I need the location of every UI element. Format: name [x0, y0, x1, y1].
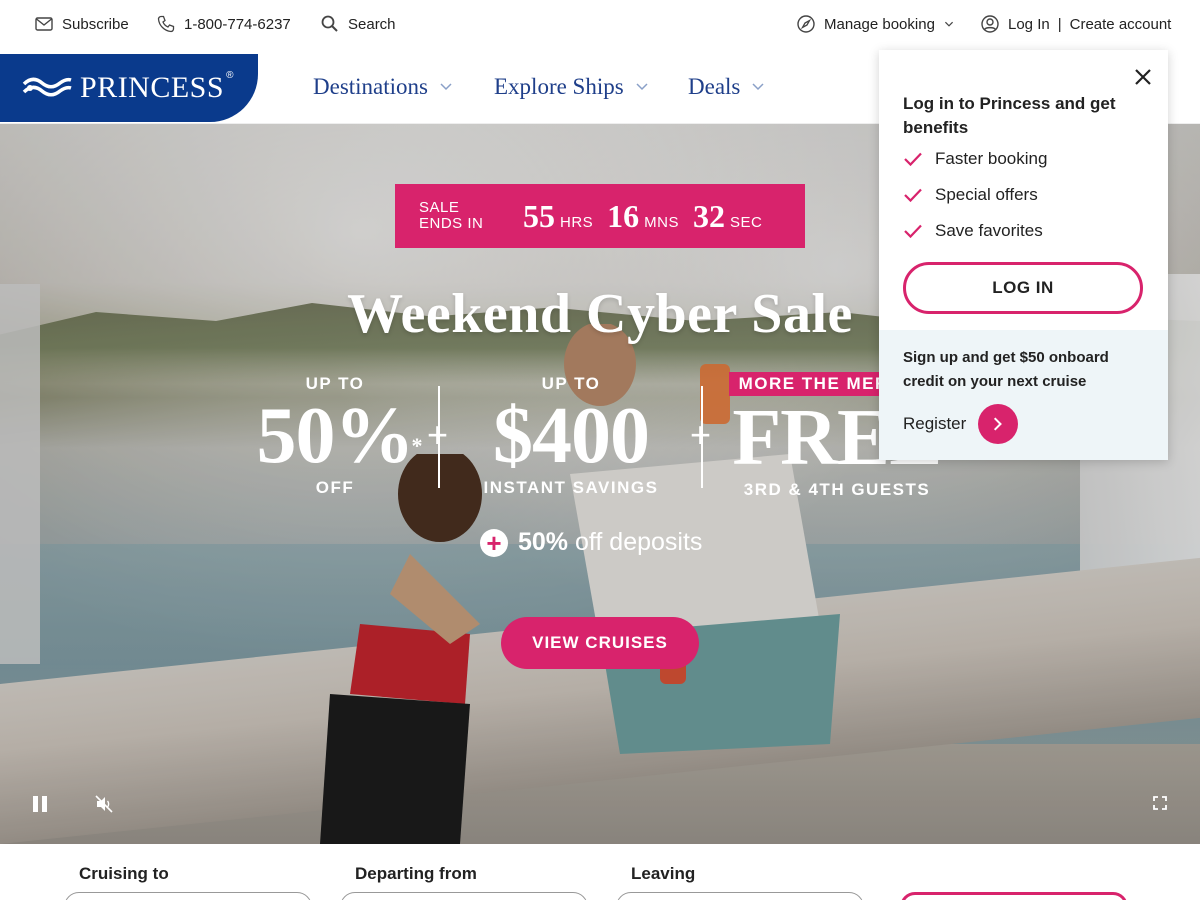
nav-destinations[interactable]: Destinations	[313, 74, 452, 100]
subscribe-link[interactable]: Subscribe	[34, 14, 129, 34]
offer-savings-value: $400	[493, 392, 650, 480]
register-panel: Sign up and get $50 onboard credit on yo…	[879, 330, 1168, 460]
benefit-label: Special offers	[935, 185, 1038, 204]
countdown-label-line1: SALE	[419, 199, 460, 216]
nav-destinations-label: Destinations	[313, 74, 428, 99]
logo-wordmark: PRINCESS	[80, 71, 225, 104]
cruising-to-select[interactable]	[64, 892, 312, 900]
offer-percent-top: UP TO	[305, 374, 365, 393]
offer-percent-bottom: OFF	[315, 478, 355, 497]
search-link[interactable]: Search	[320, 14, 396, 34]
countdown-seconds: 32 SEC	[693, 198, 762, 235]
mute-icon[interactable]	[94, 794, 114, 814]
checkmark-icon	[904, 188, 922, 203]
search-label: Search	[348, 15, 396, 33]
login-popover: Log in to Princess and get benefits Fast…	[879, 50, 1168, 460]
nav-explore-ships[interactable]: Explore Ships	[494, 74, 648, 100]
phone-icon	[157, 15, 175, 33]
cruise-search-bar: Cruising to Departing from Leaving	[0, 844, 1200, 900]
countdown-seconds-value: 32	[693, 197, 726, 234]
benefit-item: Special offers	[903, 185, 1038, 205]
offer-percent-value-text: 50%	[256, 392, 415, 480]
chevron-down-icon	[636, 83, 648, 91]
countdown-minutes: 16 MNS	[607, 198, 679, 235]
offer-plus: +	[690, 414, 712, 455]
offer-instant-savings: UP TO $400 INSTANT SAVINGS	[458, 374, 684, 498]
benefit-label: Faster booking	[935, 149, 1048, 168]
seawitch-wave-icon	[22, 77, 72, 97]
offer-plus: +	[427, 414, 449, 455]
offer-savings-bottom: INSTANT SAVINGS	[483, 478, 659, 497]
countdown-hours-unit: HRS	[560, 213, 594, 231]
countdown-hours: 55 HRS	[523, 198, 593, 235]
offer-percent-off: UP TO 50% * OFF	[240, 374, 430, 498]
utility-bar: Subscribe 1-800-774-6237 Search Manage b…	[0, 0, 1200, 50]
deposits-label: off deposits	[575, 528, 703, 556]
sale-countdown: SALE ENDS IN 55 HRS 16 MNS 32 SEC	[395, 184, 805, 248]
chevron-down-icon	[752, 83, 764, 91]
chevron-down-icon	[440, 83, 452, 91]
manage-booking-label: Manage booking	[824, 15, 935, 33]
find-cruises-button[interactable]	[900, 892, 1128, 900]
countdown-label-line2: ENDS IN	[419, 215, 484, 232]
phone-number: 1-800-774-6237	[184, 15, 291, 33]
offer-percent-value: 50% *	[256, 392, 423, 480]
countdown-seconds-unit: SEC	[730, 213, 763, 231]
subscribe-label: Subscribe	[62, 15, 129, 33]
register-link[interactable]: Register	[903, 404, 1019, 444]
registered-mark: ®	[226, 70, 234, 81]
offer-asterisk: *	[411, 433, 423, 458]
view-cruises-button[interactable]: VIEW CRUISES	[501, 617, 699, 669]
chevron-down-icon	[944, 21, 953, 27]
register-label: Register	[903, 414, 967, 433]
leaving-select[interactable]	[616, 892, 864, 900]
countdown-minutes-value: 16	[607, 197, 640, 234]
offer-savings-top: UP TO	[541, 374, 601, 393]
princess-logo[interactable]: PRINCESS ®	[0, 54, 258, 122]
envelope-icon	[35, 17, 53, 31]
search-icon	[321, 15, 338, 32]
fullscreen-icon[interactable]	[1153, 796, 1167, 810]
link-separator: |	[1057, 15, 1062, 33]
leaving-label: Leaving	[631, 864, 696, 883]
pause-icon[interactable]	[30, 794, 50, 814]
plus-circle-icon: +	[480, 528, 508, 557]
checkmark-icon	[904, 224, 922, 239]
nav-deals[interactable]: Deals	[688, 74, 764, 100]
chevron-right-icon	[978, 404, 1019, 444]
benefit-item: Save favorites	[903, 221, 1043, 241]
cruising-to-label: Cruising to	[79, 864, 169, 883]
user-icon	[981, 15, 999, 33]
create-account-link[interactable]: Create account	[1070, 16, 1172, 33]
benefit-item: Faster booking	[903, 149, 1047, 169]
countdown-label: SALE ENDS IN	[419, 200, 509, 232]
nav-deals-label: Deals	[688, 74, 741, 99]
nav-explore-ships-label: Explore Ships	[494, 74, 624, 99]
departing-from-label: Departing from	[355, 864, 477, 883]
checkmark-icon	[904, 152, 922, 167]
register-promo-text: Sign up and get $50 onboard credit on yo…	[903, 349, 1109, 390]
phone-link[interactable]: 1-800-774-6237	[156, 14, 291, 34]
offer-free-bottom: 3RD & 4TH GUESTS	[743, 480, 931, 499]
deposits-percent: 50%	[518, 528, 569, 556]
manage-booking-menu[interactable]: Manage booking	[796, 14, 955, 34]
login-link[interactable]: Log In	[1008, 16, 1050, 33]
benefit-label: Save favorites	[935, 221, 1043, 240]
deposits-text: 50% off deposits	[518, 528, 702, 557]
login-button[interactable]: LOG IN	[903, 262, 1143, 314]
deposits-offer: + 50% off deposits	[480, 528, 702, 557]
departing-from-select[interactable]	[340, 892, 588, 900]
countdown-hours-value: 55	[523, 197, 555, 234]
countdown-minutes-unit: MNS	[644, 213, 680, 231]
popover-title: Log in to Princess and get benefits	[903, 94, 1116, 137]
close-icon[interactable]	[1132, 66, 1154, 88]
compass-icon	[797, 15, 815, 33]
account-links: Log In | Create account	[980, 14, 1171, 34]
